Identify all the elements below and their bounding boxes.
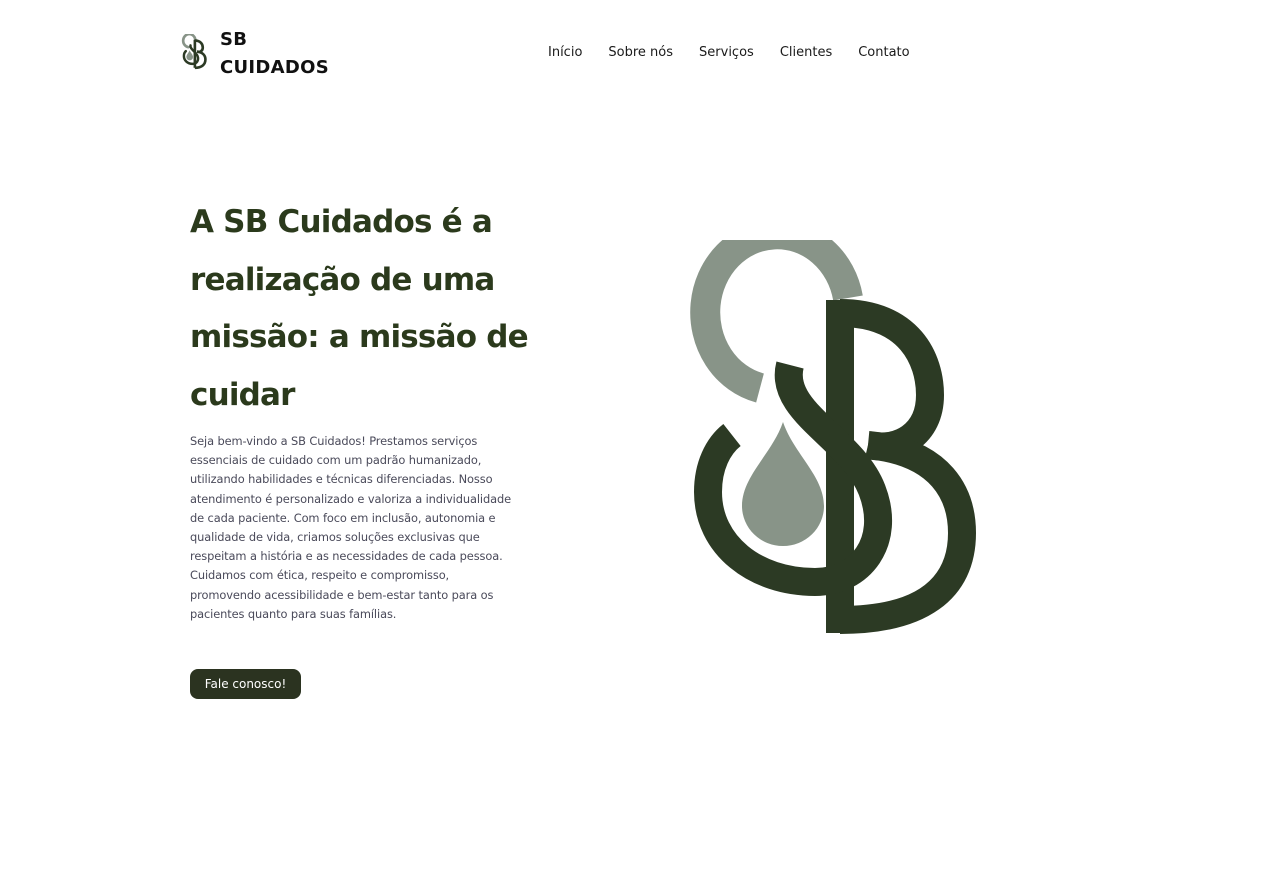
nav-link-servicos[interactable]: Serviços (699, 43, 754, 63)
contact-us-button[interactable]: Fale conosco! (190, 669, 301, 699)
main-nav: Início Sobre nós Serviços Clientes Conta… (548, 43, 936, 63)
nav-link-inicio[interactable]: Início (548, 43, 582, 63)
page: SB CUIDADOS Início Sobre nós Serviços Cl… (0, 0, 1280, 880)
hero-title: A SB Cuidados é a realização de uma miss… (190, 204, 529, 413)
nav-link-contato[interactable]: Contato (858, 43, 909, 63)
sb-monogram-logo-icon (690, 240, 977, 634)
nav-link-clientes[interactable]: Clientes (780, 43, 832, 63)
site-header: SB CUIDADOS Início Sobre nós Serviços Cl… (0, 0, 1280, 110)
brand-name: SB CUIDADOS (220, 26, 329, 82)
nav-link-sobre-nos[interactable]: Sobre nós (608, 43, 673, 63)
brand-name-line-2: CUIDADOS (220, 57, 330, 78)
sb-monogram-drop-icon (181, 34, 207, 70)
brand-name-line-1: SB (220, 29, 248, 50)
brand-logo-link[interactable]: SB CUIDADOS (180, 26, 329, 82)
hero-description: Seja bem-vindo a SB Cuidados! Prestamos … (190, 434, 512, 621)
